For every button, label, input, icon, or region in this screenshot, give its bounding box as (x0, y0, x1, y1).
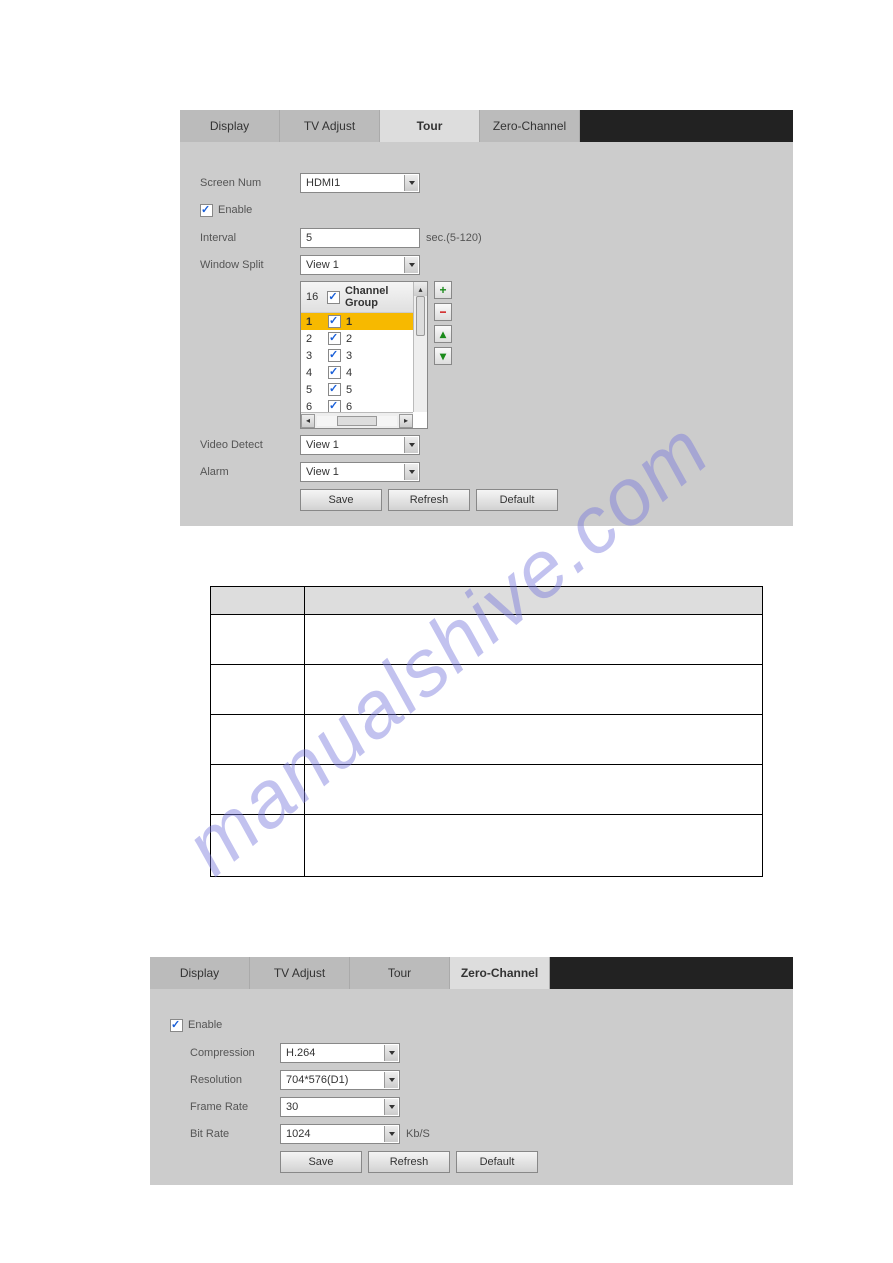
bit-rate-label: Bit Rate (190, 1128, 280, 1140)
bit-rate-select[interactable]: 1024 (280, 1124, 400, 1144)
row-checkbox[interactable] (328, 332, 341, 345)
list-item[interactable]: 44 (301, 364, 427, 381)
window-split-label: Window Split (200, 259, 300, 271)
screen-num-label: Screen Num (200, 177, 300, 189)
tab-filler (580, 110, 793, 142)
refresh-button[interactable]: Refresh (388, 489, 470, 511)
move-down-icon[interactable]: ▾ (434, 347, 452, 365)
move-up-icon[interactable]: ▴ (434, 325, 452, 343)
zero-channel-panel: Display TV Adjust Tour Zero-Channel Enab… (150, 957, 793, 1185)
enable-checkbox[interactable] (170, 1019, 183, 1032)
parameter-table (210, 586, 763, 877)
list-item[interactable]: 11 (301, 313, 427, 330)
tab-tour[interactable]: Tour (350, 957, 450, 989)
row-checkbox[interactable] (328, 315, 341, 328)
default-button[interactable]: Default (476, 489, 558, 511)
tab-tour[interactable]: Tour (380, 110, 480, 142)
enable-label: Enable (188, 1019, 222, 1031)
chevron-down-icon (404, 464, 418, 480)
horizontal-scrollbar[interactable]: ◂ ▸ (301, 412, 413, 428)
vertical-scrollbar[interactable] (413, 282, 427, 412)
default-button[interactable]: Default (456, 1151, 538, 1173)
scroll-thumb[interactable] (416, 296, 425, 336)
alarm-label: Alarm (200, 466, 300, 478)
chevron-down-icon (384, 1045, 398, 1061)
tab-display[interactable]: Display (150, 957, 250, 989)
list-item[interactable]: 55 (301, 381, 427, 398)
row-checkbox[interactable] (328, 366, 341, 379)
video-detect-label: Video Detect (200, 439, 300, 451)
select-all-checkbox[interactable] (327, 291, 340, 304)
chevron-down-icon (404, 257, 418, 273)
alarm-select[interactable]: View 1 (300, 462, 420, 482)
list-item[interactable]: 33 (301, 347, 427, 364)
tab-display[interactable]: Display (180, 110, 280, 142)
save-button[interactable]: Save (280, 1151, 362, 1173)
tab-zero-channel[interactable]: Zero-Channel (480, 110, 580, 142)
chevron-down-icon (384, 1126, 398, 1142)
list-header: 16 Channel Group (301, 282, 427, 313)
remove-icon[interactable]: − (434, 303, 452, 321)
tour-settings-panel: Display TV Adjust Tour Zero-Channel Scre… (180, 110, 793, 526)
compression-select[interactable]: H.264 (280, 1043, 400, 1063)
add-icon[interactable]: + (434, 281, 452, 299)
chevron-down-icon (404, 437, 418, 453)
screen-num-select[interactable]: HDMI1 (300, 173, 420, 193)
compression-label: Compression (190, 1047, 280, 1059)
scroll-left-icon[interactable]: ◂ (301, 414, 315, 428)
list-item[interactable]: 22 (301, 330, 427, 347)
tab-bar: Display TV Adjust Tour Zero-Channel (180, 110, 793, 142)
save-button[interactable]: Save (300, 489, 382, 511)
interval-label: Interval (200, 232, 300, 244)
row-checkbox[interactable] (328, 349, 341, 362)
enable-label: Enable (218, 204, 252, 216)
bit-rate-unit: Kb/S (406, 1128, 430, 1140)
interval-unit: sec.(5-120) (426, 232, 482, 244)
resolution-label: Resolution (190, 1074, 280, 1086)
frame-rate-label: Frame Rate (190, 1101, 280, 1113)
hscroll-thumb[interactable] (337, 416, 377, 426)
chevron-down-icon (384, 1072, 398, 1088)
frame-rate-select[interactable]: 30 (280, 1097, 400, 1117)
tab-tv-adjust[interactable]: TV Adjust (280, 110, 380, 142)
row-checkbox[interactable] (328, 383, 341, 396)
tab-filler (550, 957, 793, 989)
tab-bar: Display TV Adjust Tour Zero-Channel (150, 957, 793, 989)
resolution-select[interactable]: 704*576(D1) (280, 1070, 400, 1090)
window-split-select[interactable]: View 1 (300, 255, 420, 275)
interval-input[interactable]: 5 (300, 228, 420, 248)
chevron-down-icon (384, 1099, 398, 1115)
video-detect-select[interactable]: View 1 (300, 435, 420, 455)
scroll-right-icon[interactable]: ▸ (399, 414, 413, 428)
tab-zero-channel[interactable]: Zero-Channel (450, 957, 550, 989)
enable-checkbox[interactable] (200, 204, 213, 217)
chevron-down-icon (404, 175, 418, 191)
channel-group-listbox[interactable]: 16 Channel Group 11 22 33 44 (300, 281, 428, 429)
tab-tv-adjust[interactable]: TV Adjust (250, 957, 350, 989)
refresh-button[interactable]: Refresh (368, 1151, 450, 1173)
scroll-up-icon[interactable] (414, 282, 427, 296)
